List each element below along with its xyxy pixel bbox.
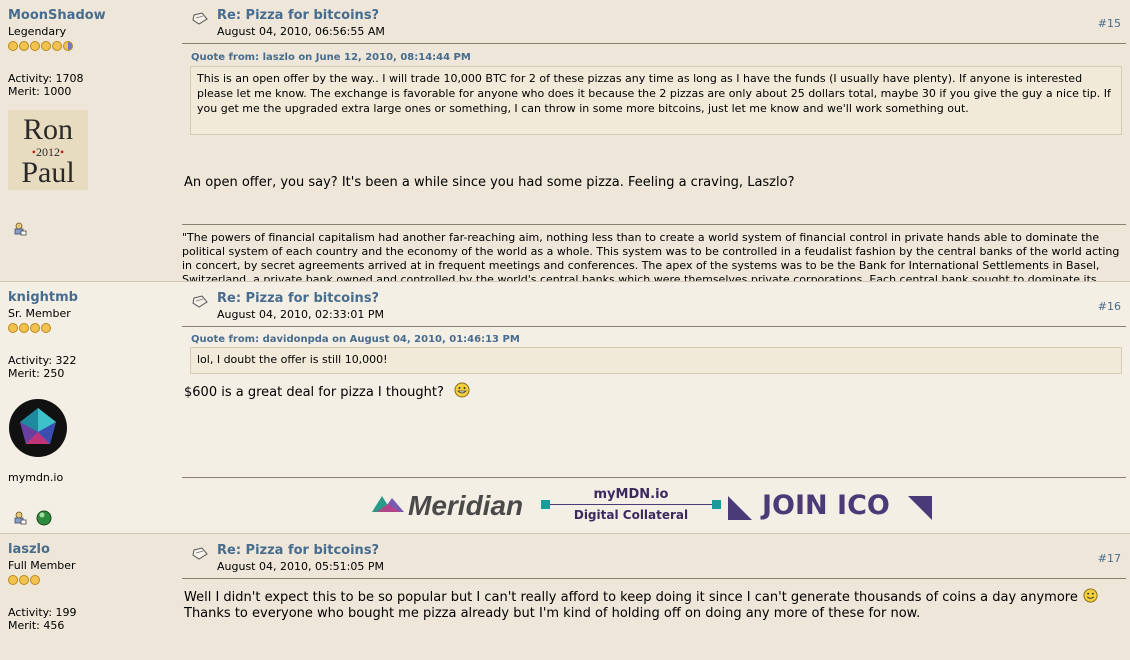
post-body-line: Well I didn't expect this to be so popul…: [184, 588, 1124, 606]
header-divider: [182, 578, 1126, 579]
user-merit: Merit: 1000: [8, 85, 72, 98]
signature-divider: [182, 224, 1126, 225]
user-rank: Sr. Member: [8, 307, 71, 320]
user-activity: Activity: 1708: [8, 72, 84, 85]
username-link[interactable]: MoonShadow: [8, 8, 168, 23]
avatar: Ron •2012• Paul: [8, 110, 88, 190]
star-icon: [52, 41, 62, 51]
profile-icon[interactable]: [13, 511, 27, 525]
avatar: [9, 399, 67, 457]
post-title-link[interactable]: Re: Pizza for bitcoins?: [217, 8, 379, 23]
post-icon: [192, 547, 208, 560]
post-16: knightmb Sr. Member Activity: 322 Merit:…: [0, 281, 1130, 534]
quote-box: This is an open offer by the way.. I wil…: [190, 66, 1122, 135]
poster-info: MoonShadow Legendary Activity: 1708 Meri…: [8, 8, 168, 190]
grin-smiley-icon: [454, 382, 470, 398]
star-icon: [19, 575, 29, 585]
star-icon: [8, 575, 18, 585]
rank-stars: [8, 40, 168, 52]
banner-divider-line-top: [550, 504, 712, 505]
post-body: Well I didn't expect this to be so popul…: [184, 588, 1124, 622]
banner-arrow-right-icon: [908, 496, 932, 520]
quote-header-link[interactable]: Quote from: davidonpda on August 04, 201…: [191, 334, 520, 345]
star-icon: [30, 41, 40, 51]
star-icon: [41, 41, 51, 51]
smiley-icon: [1083, 588, 1098, 603]
post-date: August 04, 2010, 06:56:55 AM: [217, 25, 385, 38]
profile-icon[interactable]: [13, 222, 27, 236]
globe-icon[interactable]: [36, 510, 52, 526]
star-icon: [30, 575, 40, 585]
quote-box: lol, I doubt the offer is still 10,000!: [190, 347, 1122, 374]
post-number-link[interactable]: #17: [1098, 552, 1121, 565]
banner-divider-right: [712, 500, 721, 509]
rank-stars: [8, 574, 168, 586]
header-divider: [182, 43, 1126, 44]
avatar-text-paul: Paul: [21, 156, 75, 189]
post-title-link[interactable]: Re: Pizza for bitcoins?: [217, 543, 379, 558]
signature-divider: [182, 477, 1126, 478]
poster-info: knightmb Sr. Member Activity: 322 Merit:…: [8, 290, 168, 380]
post-title-link[interactable]: Re: Pizza for bitcoins?: [217, 291, 379, 306]
half-star-icon: [63, 41, 73, 51]
star-icon: [19, 323, 29, 333]
banner-collateral-text: Digital Collateral: [573, 508, 689, 522]
banner-meridian-text: Meridian: [408, 490, 524, 521]
user-merit: Merit: 250: [8, 367, 65, 380]
user-activity: Activity: 199: [8, 606, 77, 619]
banner-mymdn-text: myMDN.io: [550, 488, 712, 502]
star-icon: [41, 323, 51, 333]
user-merit: Merit: 456: [8, 619, 65, 632]
signature-banner[interactable]: Meridian myMDN.io Digital Collateral JOI…: [370, 488, 935, 526]
post-number-link[interactable]: #15: [1098, 17, 1121, 30]
post-15: MoonShadow Legendary Activity: 1708 Meri…: [0, 0, 1130, 281]
post-number-link[interactable]: #16: [1098, 300, 1121, 313]
website-link[interactable]: mymdn.io: [8, 471, 63, 484]
star-icon: [30, 323, 40, 333]
star-icon: [8, 41, 18, 51]
meridian-logo-icon: [372, 496, 404, 512]
header-divider: [182, 326, 1126, 327]
post-date: August 04, 2010, 05:51:05 PM: [217, 560, 384, 573]
banner-arrow-left-icon: [728, 496, 752, 520]
post-date: August 04, 2010, 02:33:01 PM: [217, 308, 384, 321]
star-icon: [19, 41, 29, 51]
post-body: $600 is a great deal for pizza I thought…: [184, 382, 470, 401]
post-body-line: Thanks to everyone who bought me pizza a…: [184, 606, 921, 621]
post-17: laszlo Full Member Activity: 199 Merit: …: [0, 533, 1130, 660]
user-rank: Full Member: [8, 559, 76, 572]
star-icon: [8, 323, 18, 333]
avatar-text-ron: Ron: [22, 113, 73, 146]
user-activity: Activity: 322: [8, 354, 77, 367]
signature-text: "The powers of financial capitalism had …: [182, 231, 1120, 281]
user-rank: Legendary: [8, 25, 67, 38]
quote-header-link[interactable]: Quote from: laszlo on June 12, 2010, 08:…: [191, 52, 471, 63]
post-body-text: $600 is a great deal for pizza I thought…: [184, 385, 444, 400]
username-link[interactable]: knightmb: [8, 290, 168, 305]
username-link[interactable]: laszlo: [8, 542, 168, 557]
poster-info: laszlo Full Member Activity: 199 Merit: …: [8, 542, 168, 632]
post-icon: [192, 12, 208, 25]
post-icon: [192, 295, 208, 308]
banner-divider-left: [541, 500, 550, 509]
post-body: An open offer, you say? It's been a whil…: [184, 175, 795, 190]
rank-stars: [8, 322, 168, 334]
banner-join-text: JOIN ICO: [762, 490, 890, 521]
